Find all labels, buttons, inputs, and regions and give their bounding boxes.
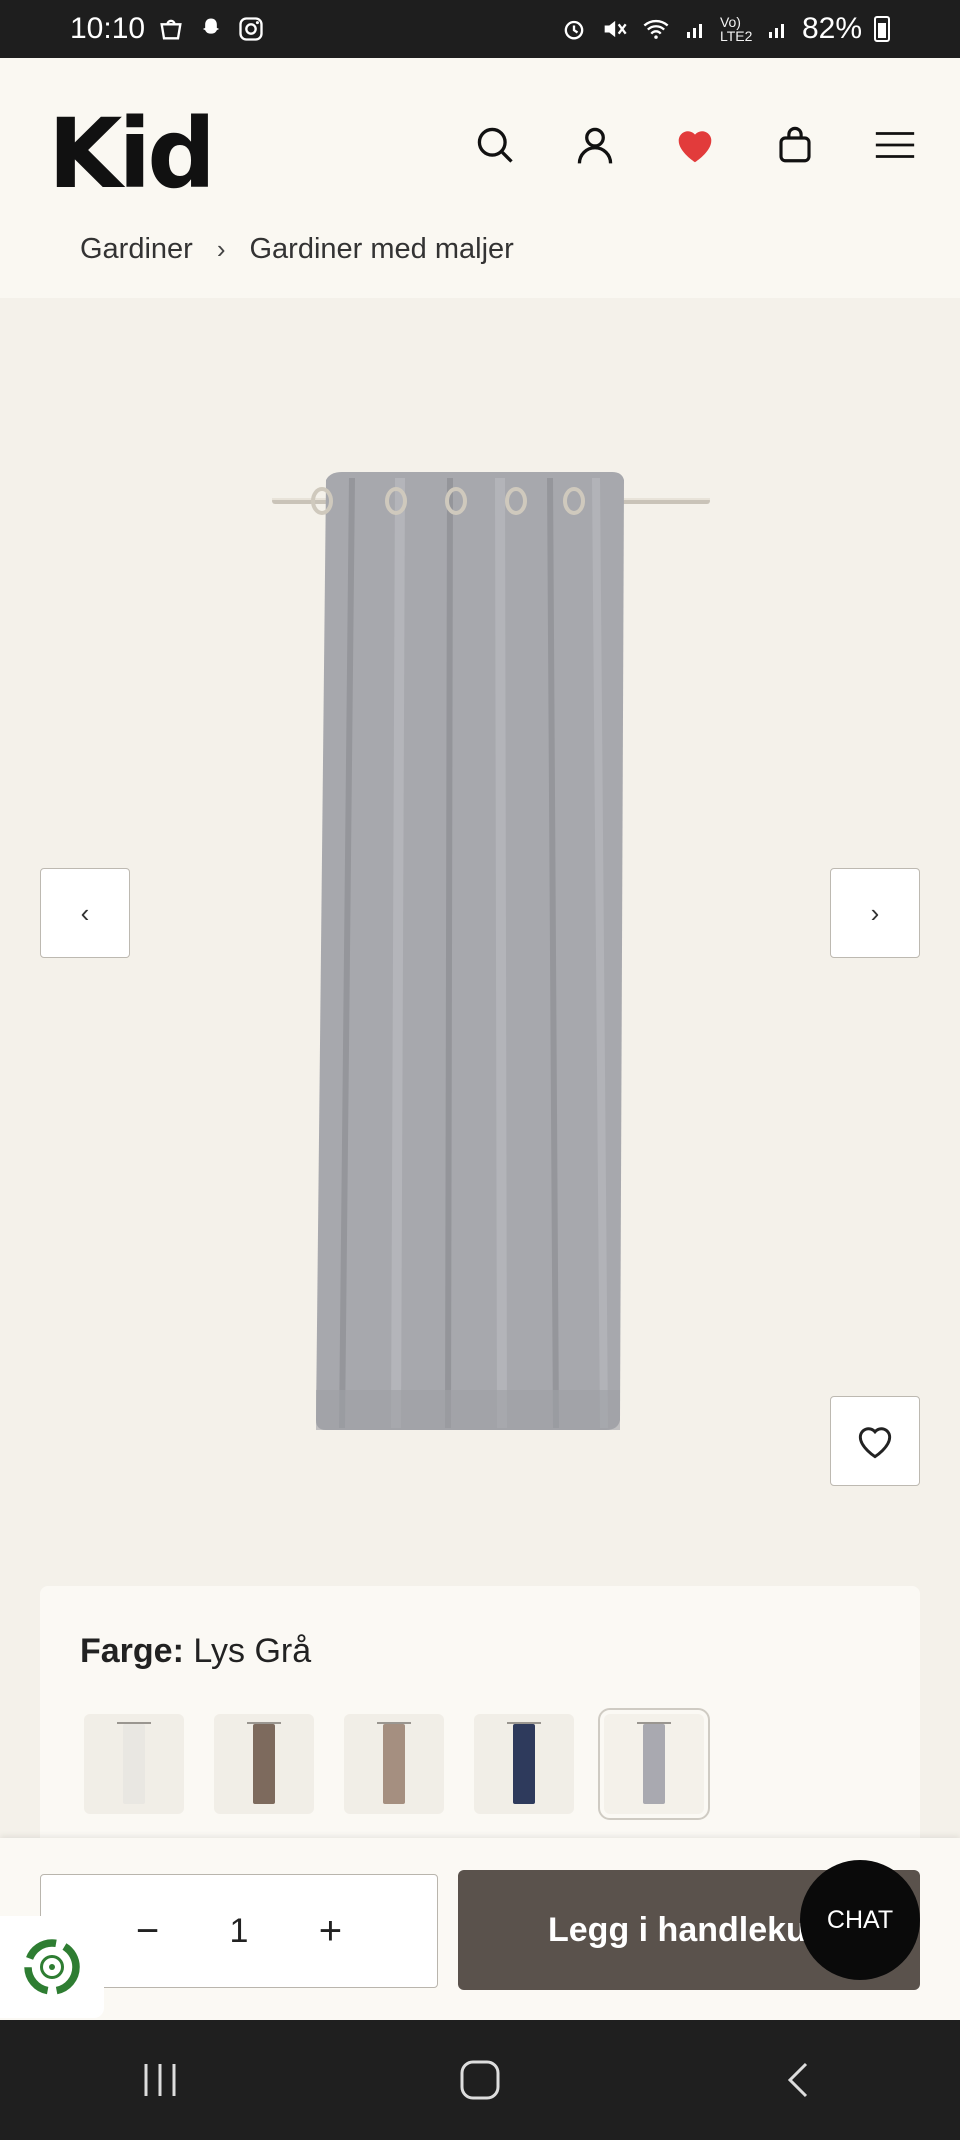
battery-percent: 82% [801, 12, 862, 45]
breadcrumb-item-gardiner[interactable]: Gardiner [80, 233, 193, 266]
color-swatch-navy[interactable] [474, 1714, 574, 1814]
signal-icon [686, 24, 702, 38]
home-icon [460, 2060, 500, 2100]
clock: 10:10 [70, 12, 146, 45]
chevron-left-icon: ‹ [80, 897, 90, 928]
eco-badge[interactable] [0, 1916, 104, 2018]
mute-icon [604, 20, 627, 38]
add-to-wishlist-button[interactable] [830, 1396, 920, 1486]
status-bar: 10:10 Vo) LTE2 82% [0, 0, 960, 58]
status-bar-right: Vo) LTE2 82% [560, 12, 890, 46]
recycle-icon [24, 1939, 80, 1995]
instagram-icon [239, 17, 263, 41]
android-nav-bar [0, 2020, 960, 2140]
color-swatch-brown[interactable] [214, 1714, 314, 1814]
gallery-next-button[interactable]: › [830, 868, 920, 958]
signal-icon [768, 24, 784, 38]
site-header: Kid Gardiner › Gardiner med maljer [0, 58, 960, 298]
color-swatch-white[interactable] [84, 1714, 184, 1814]
network-label: Vo) LTE2 [719, 14, 753, 44]
color-swatch-taupe[interactable] [344, 1714, 444, 1814]
snapchat-icon [202, 18, 220, 34]
swatch-curtain [507, 1722, 541, 1804]
breadcrumb: Gardiner › Gardiner med maljer [80, 233, 514, 266]
logo[interactable]: Kid [48, 98, 216, 210]
color-swatch-light-grey[interactable] [598, 1708, 710, 1820]
recent-apps-button[interactable] [110, 2040, 210, 2120]
chevron-right-icon: › [216, 234, 226, 264]
breadcrumb-item-gardiner-med-maljer[interactable]: Gardiner med maljer [250, 233, 514, 266]
menu-icon[interactable] [870, 120, 920, 170]
battery-icon [874, 16, 890, 42]
swatch-curtain [637, 1722, 671, 1804]
decrease-quantity-button[interactable]: − [128, 1909, 168, 1954]
swatch-curtain [377, 1722, 411, 1804]
product-gallery: ‹ › [0, 298, 960, 1512]
quantity-value[interactable]: 1 [230, 1912, 249, 1951]
alarm-icon [564, 20, 584, 40]
user-icon[interactable] [570, 120, 620, 170]
recent-apps-icon [144, 2064, 176, 2096]
wifi-icon [643, 19, 669, 39]
increase-quantity-button[interactable]: + [310, 1909, 350, 1954]
color-label: Farge: [80, 1632, 184, 1670]
back-icon [787, 2062, 808, 2098]
color-value: Lys Grå [193, 1632, 312, 1670]
color-swatches [84, 1708, 710, 1820]
color-selector: Farge: Lys Grå [40, 1586, 920, 1846]
header-icons [470, 120, 920, 170]
cart-icon[interactable] [770, 120, 820, 170]
swatch-curtain [117, 1722, 151, 1804]
heart-outline-icon [858, 1427, 892, 1459]
swatch-curtain [247, 1722, 281, 1804]
heart-icon[interactable] [670, 120, 720, 170]
chevron-right-icon: › [870, 897, 880, 928]
status-bar-left: 10:10 [70, 12, 265, 46]
home-button[interactable] [430, 2040, 530, 2120]
chat-button[interactable]: CHAT [800, 1860, 920, 1980]
back-button[interactable] [750, 2040, 850, 2120]
shopping-bag-icon [160, 19, 182, 40]
product-image[interactable] [250, 360, 710, 1500]
color-title: Farge: Lys Grå [80, 1632, 311, 1671]
gallery-prev-button[interactable]: ‹ [40, 868, 130, 958]
search-icon[interactable] [470, 120, 520, 170]
